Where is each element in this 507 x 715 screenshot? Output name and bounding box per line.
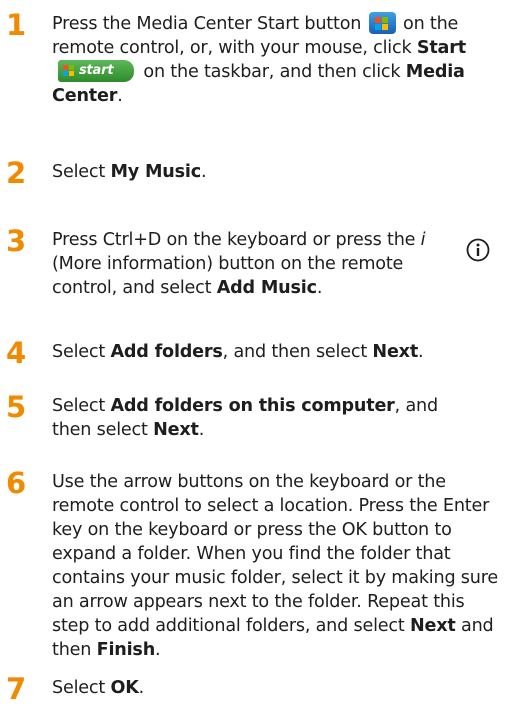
step-number: 2 bbox=[6, 156, 27, 190]
step-text: Press the Media Center Start button on t… bbox=[52, 12, 466, 106]
step-number: 4 bbox=[6, 336, 27, 370]
windows-logo-icon bbox=[368, 12, 396, 34]
step-text: Select My Music. bbox=[52, 162, 207, 182]
step-number: 3 bbox=[6, 224, 27, 258]
step-number: 7 bbox=[6, 672, 27, 706]
start-button-icon: start bbox=[58, 60, 134, 82]
info-icon bbox=[466, 238, 490, 262]
step-number: 5 bbox=[6, 390, 27, 424]
step-number: 1 bbox=[6, 8, 27, 42]
step-text: Use the arrow buttons on the keyboard or… bbox=[52, 472, 498, 660]
step-text: Press Ctrl+D on the keyboard or press th… bbox=[52, 230, 426, 298]
step-text: Select Add folders, and then select Next… bbox=[52, 342, 424, 362]
step-text: Select OK. bbox=[52, 678, 145, 698]
step-text: Select Add folders on this computer, and… bbox=[52, 396, 438, 440]
step-number: 6 bbox=[6, 466, 27, 500]
